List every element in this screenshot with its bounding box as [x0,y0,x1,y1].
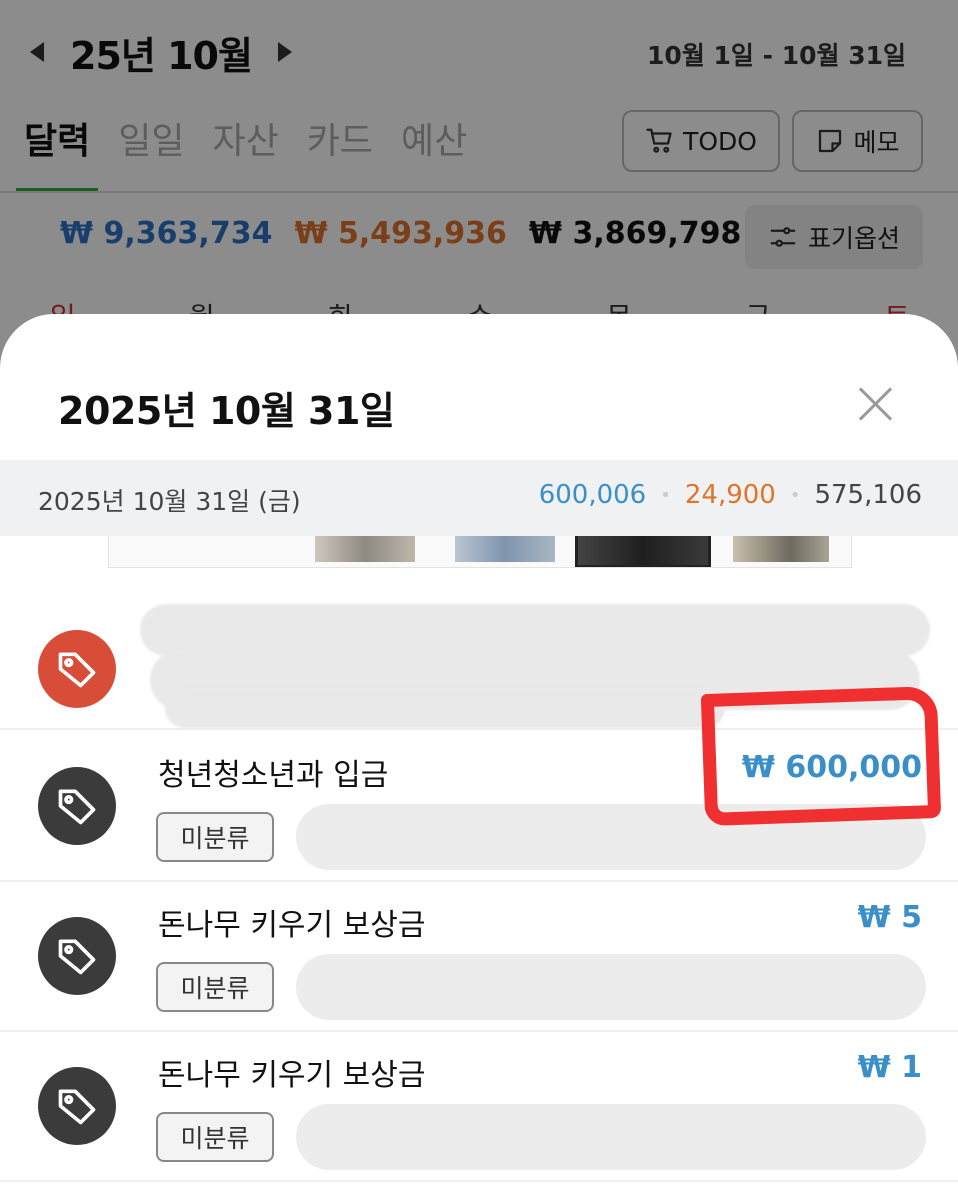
redaction-scribble [140,604,930,656]
sheet-title: 2025년 10월 31일 [58,389,395,433]
date-range: 10월 1일 - 10월 31일 [647,41,906,70]
thumbnail-image[interactable] [455,536,555,562]
tag-icon [38,1067,116,1145]
memo-label: 메모 [853,128,900,157]
thumbnail-image-selected[interactable] [575,536,711,567]
monthly-expense: ₩ 5,493,936 [294,216,507,251]
separator-dot: • [660,484,671,506]
monthly-total: ₩ 3,869,798 [528,216,742,251]
monthly-summary: ₩ 9,363,734 ₩ 5,493,936 ₩ 3,869,798 [60,216,741,251]
transaction-title: 돈나무 키우기 보상금 [158,1058,426,1093]
thumbnail-image[interactable] [315,536,415,562]
close-icon[interactable] [852,380,900,428]
tab-daily[interactable]: 일일 [118,108,184,192]
cart-icon [646,128,672,153]
day-detail-sheet: 2025년 10월 31일 2025년 10월 31일 (금) 600,006 … [0,314,958,1200]
memo-button[interactable]: 메모 [792,110,923,172]
display-options-button[interactable]: 표기옵션 [745,205,923,269]
tab-bar: 달력 일일 자산 카드 예산 [15,108,495,192]
tab-calendar[interactable]: 달력 [15,108,99,192]
note-icon [819,129,842,153]
tab-assets[interactable]: 자산 [213,108,279,192]
todo-button[interactable]: TODO [622,110,780,172]
prev-month-icon[interactable] [30,42,44,62]
redaction-scribble [296,1104,926,1170]
category-badge[interactable]: 미분류 [156,962,274,1012]
transaction-title: 청년청소년과 입금 [158,758,389,793]
day-sums: 600,006 • 24,900 • 575,106 [539,480,922,510]
transaction-row[interactable]: 돈나무 키우기 보상금 ₩ 1 미분류 [0,1032,958,1182]
category-badge[interactable]: 미분류 [156,1112,274,1162]
sliders-icon [770,227,796,247]
day-expense: 24,900 [684,480,776,510]
tag-icon [38,630,116,708]
tag-icon [38,917,116,995]
transaction-amount: ₩ 1 [857,1050,922,1085]
photo-thumbnails [108,536,852,568]
monthly-income: ₩ 9,363,734 [60,216,273,251]
transaction-row[interactable]: 돈나무 키우기 보상금 ₩ 5 미분류 [0,882,958,1032]
category-badge[interactable]: 미분류 [156,812,274,862]
day-summary-bar: 2025년 10월 31일 (금) 600,006 • 24,900 • 575… [0,460,958,536]
todo-label: TODO [683,126,757,156]
day-total: 575,106 [814,480,922,510]
transaction-title: 돈나무 키우기 보상금 [158,908,426,943]
separator-dot: • [789,484,801,506]
month-navigator: 25년 10월 [30,20,292,84]
tab-cards[interactable]: 카드 [307,108,373,192]
annotation-highlight-box [700,685,942,827]
display-options-label: 표기옵션 [807,224,900,253]
month-title: 25년 10월 [70,33,253,78]
thumbnail-image[interactable] [733,536,829,562]
tag-icon [38,767,116,845]
tab-budget[interactable]: 예산 [401,108,467,192]
redaction-scribble [165,688,725,728]
tab-divider [0,191,958,193]
day-income: 600,006 [538,480,647,510]
redaction-scribble [296,954,926,1020]
next-month-icon[interactable] [277,42,292,62]
day-label: 2025년 10월 31일 (금) [38,487,301,516]
transaction-amount: ₩ 5 [857,900,922,935]
